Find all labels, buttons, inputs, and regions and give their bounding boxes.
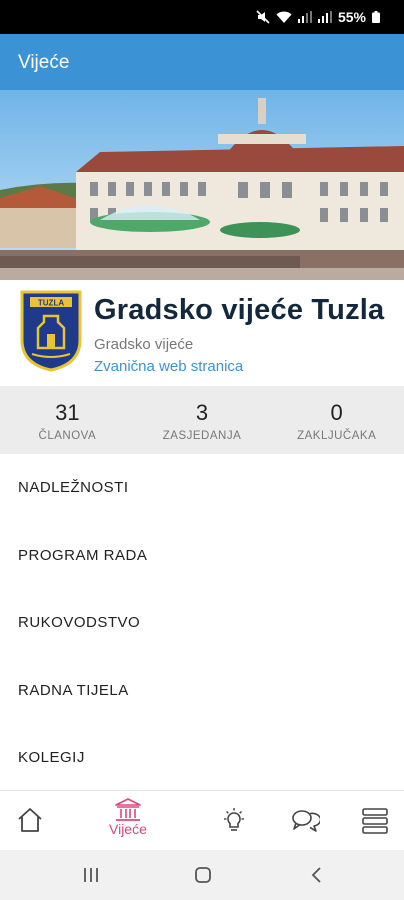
- page-title: Vijeće: [18, 52, 70, 73]
- building-icon: [115, 798, 141, 821]
- city-crest-icon: TUZLA: [20, 290, 82, 372]
- back-icon[interactable]: [308, 866, 326, 884]
- hero-image: [0, 90, 404, 280]
- home-button-icon[interactable]: [194, 866, 212, 884]
- council-profile: TUZLA Gradsko vijeće Tuzla Gradsko vijeć…: [0, 280, 404, 386]
- status-bar: 55%: [0, 0, 404, 34]
- stat-label: ZASJEDANJA: [162, 430, 242, 442]
- website-link[interactable]: Zvanična web stranica: [94, 358, 243, 375]
- battery-icon: [372, 11, 380, 23]
- menu-list: NADLEŽNOSTI PROGRAM RADA RUKOVODSTVO RAD…: [0, 454, 404, 792]
- nav-ideas[interactable]: [220, 807, 248, 835]
- stat-value: 0: [330, 400, 343, 425]
- bottom-nav: Vijeće: [0, 790, 404, 850]
- recent-apps-icon[interactable]: [82, 866, 100, 884]
- stats-bar: 31 ČLANOVA 3 ZASJEDANJA 0 ZAKLJUČAKA: [0, 386, 404, 454]
- nav-menu[interactable]: [361, 807, 389, 835]
- council-type: Gradsko vijeće: [94, 336, 194, 353]
- system-nav-bar: [0, 850, 404, 900]
- nav-chat[interactable]: [290, 807, 320, 835]
- battery-percent: 55%: [337, 9, 366, 25]
- menu-item-competences[interactable]: NADLEŽNOSTI: [0, 454, 404, 522]
- stat-value: 31: [55, 400, 80, 425]
- menu-item-work-program[interactable]: PROGRAM RADA: [0, 522, 404, 590]
- signal-icon: [317, 11, 332, 23]
- menu-item-leadership[interactable]: RUKOVODSTVO: [0, 589, 404, 657]
- stat-conclusions[interactable]: 0 ZAKLJUČAKA: [269, 386, 404, 454]
- stat-value: 3: [195, 400, 209, 425]
- home-icon: [18, 808, 42, 832]
- menu-icon: [362, 808, 388, 834]
- stat-label: ZAKLJUČAKA: [297, 430, 377, 442]
- nav-council-label: Vijeće: [109, 821, 147, 837]
- nav-home[interactable]: [16, 807, 44, 833]
- lightbulb-icon: [224, 808, 244, 831]
- status-icons: 55%: [256, 9, 380, 25]
- app-bar: Vijeće: [0, 34, 404, 90]
- nav-council[interactable]: Vijeće: [109, 797, 147, 837]
- stat-members[interactable]: 31 ČLANOVA: [0, 386, 135, 454]
- mute-icon: [256, 10, 270, 24]
- council-name: Gradsko vijeće Tuzla: [94, 294, 385, 326]
- crest-label: TUZLA: [38, 299, 64, 308]
- menu-item-collegium[interactable]: KOLEGIJ: [0, 724, 404, 792]
- menu-item-working-bodies[interactable]: RADNA TIJELA: [0, 657, 404, 725]
- signal-icon: [297, 11, 312, 23]
- chat-icon: [292, 810, 320, 832]
- wifi-icon: [276, 11, 292, 23]
- stat-label: ČLANOVA: [38, 430, 97, 442]
- stat-sessions[interactable]: 3 ZASJEDANJA: [135, 386, 270, 454]
